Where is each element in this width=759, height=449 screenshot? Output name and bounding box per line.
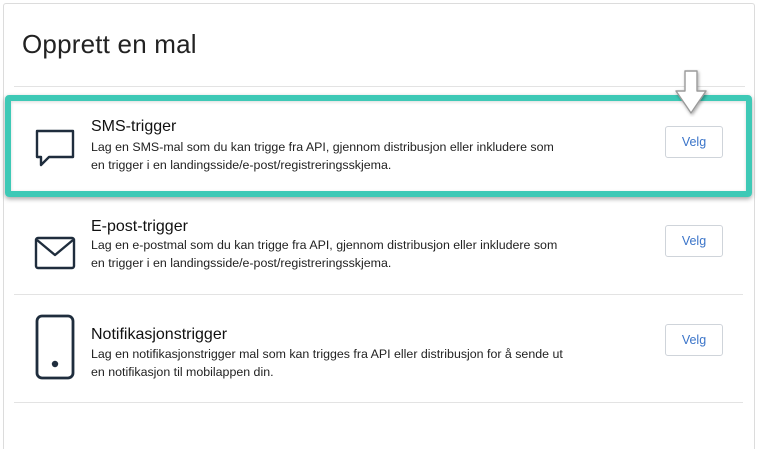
template-title: SMS-trigger — [91, 118, 177, 135]
select-sms-button[interactable]: Velg — [665, 126, 723, 158]
select-notification-button[interactable]: Velg — [665, 324, 723, 356]
template-option-sms: SMS-trigger Lag en SMS-mal som du kan tr… — [14, 96, 743, 194]
page-title: Opprett en mal — [22, 29, 197, 59]
mobile-phone-icon — [35, 314, 75, 380]
envelope-icon — [34, 236, 76, 270]
template-title: Notifikasjonstrigger — [91, 326, 228, 343]
header-divider — [14, 86, 745, 87]
template-description: Lag en SMS-mal som du kan trigge fra API… — [91, 140, 554, 172]
template-description: Lag en e-postmal som du kan trigge fra A… — [91, 238, 558, 270]
select-email-button[interactable]: Velg — [665, 225, 723, 257]
template-description: Lag en notifikasjonstrigger mal som kan … — [91, 347, 563, 379]
template-option-notification: Notifikasjonstrigger Lag en notifikasjon… — [14, 295, 743, 403]
template-option-email: E-post-trigger Lag en e-postmal som du k… — [14, 196, 743, 295]
chat-bubble-icon — [35, 129, 75, 167]
template-title: E-post-trigger — [91, 218, 188, 235]
